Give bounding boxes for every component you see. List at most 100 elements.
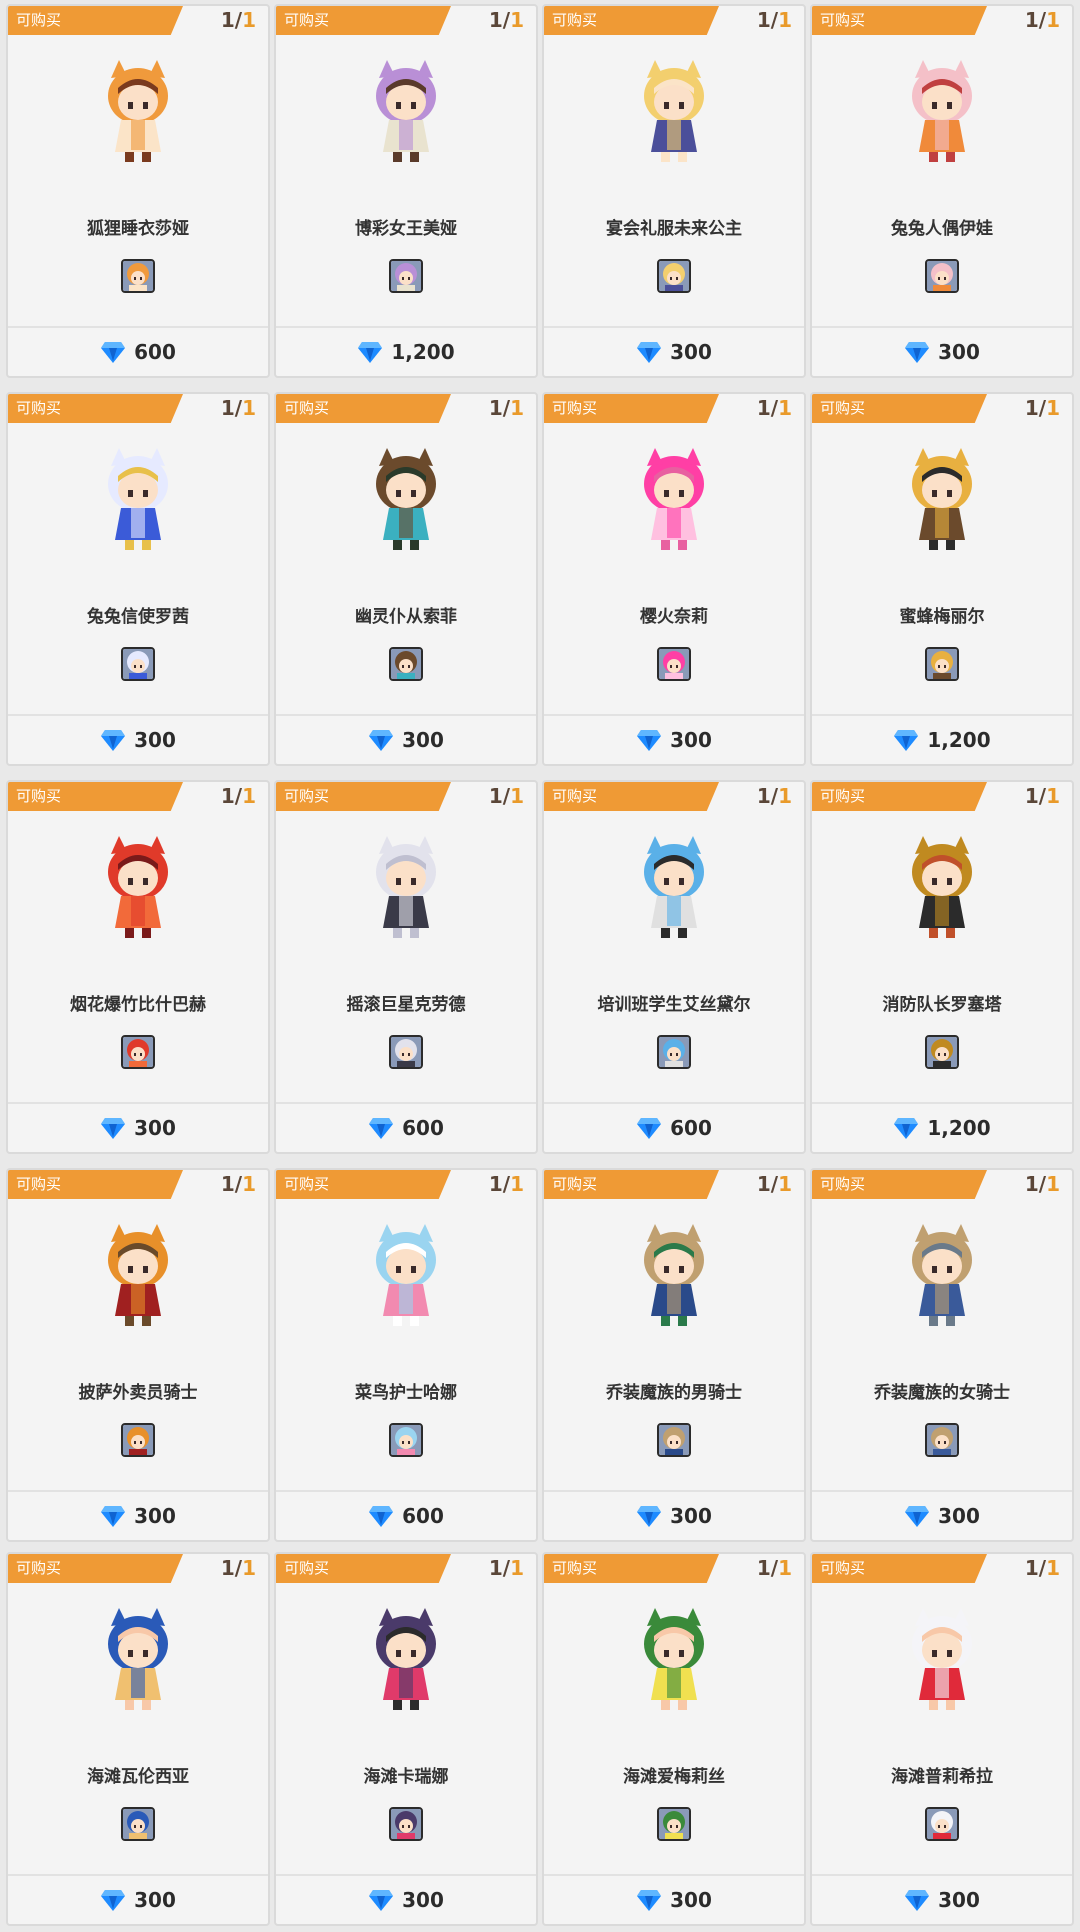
diamond-icon: [101, 1890, 126, 1911]
character-portrait: [389, 647, 423, 681]
price-button[interactable]: 300: [8, 716, 268, 764]
shop-card[interactable]: 可购买 1/1 烟花爆竹比什巴赫 300: [6, 780, 270, 1154]
character-sprite: [644, 1608, 704, 1710]
limit-separator: /: [234, 784, 243, 808]
shop-card[interactable]: 可购买 1/1 兔兔信使罗茜 300: [6, 392, 270, 766]
diamond-icon: [637, 1506, 662, 1527]
price-button[interactable]: 300: [812, 1876, 1072, 1924]
price-button[interactable]: 300: [812, 1492, 1072, 1540]
shop-card[interactable]: 可购买 1/1 蜜蜂梅丽尔 1,200: [810, 392, 1074, 766]
limit-used: 1: [488, 396, 503, 420]
character-sprite: [108, 60, 168, 162]
limit-used: 1: [756, 8, 771, 32]
card-header: 可购买 1/1: [812, 1554, 1072, 1583]
card-header: 可购买 1/1: [276, 1554, 536, 1583]
character-sprite: [644, 60, 704, 162]
price-button[interactable]: 600: [544, 1104, 804, 1152]
character-sprite: [376, 448, 436, 550]
limit-used: 1: [220, 8, 235, 32]
character-portrait: [657, 647, 691, 681]
price-button[interactable]: 300: [8, 1492, 268, 1540]
costume-name: 兔兔信使罗茜: [87, 607, 189, 627]
shop-card[interactable]: 可购买 1/1 消防队长罗塞塔 1,200: [810, 780, 1074, 1154]
card-header: 可购买 1/1: [812, 782, 1072, 811]
price-value: 300: [402, 728, 444, 752]
price-button[interactable]: 300: [544, 328, 804, 376]
price-value: 1,200: [391, 340, 455, 364]
card-header: 可购买 1/1: [276, 6, 536, 35]
diamond-icon: [369, 1118, 394, 1139]
shop-card[interactable]: 可购买 1/1 狐狸睡衣莎娅 600: [6, 4, 270, 378]
price-button[interactable]: 300: [276, 716, 536, 764]
purchasable-badge: 可购买: [276, 6, 451, 35]
character-portrait: [121, 1035, 155, 1069]
price-button[interactable]: 600: [8, 328, 268, 376]
shop-card[interactable]: 可购买 1/1 培训班学生艾丝黛尔 600: [542, 780, 806, 1154]
diamond-icon: [101, 730, 126, 751]
shop-card[interactable]: 可购买 1/1 披萨外卖员骑士 300: [6, 1168, 270, 1542]
limit-separator: /: [770, 396, 779, 420]
shop-card[interactable]: 可购买 1/1 兔兔人偶伊娃 300: [810, 4, 1074, 378]
price-button[interactable]: 300: [544, 1876, 804, 1924]
price-value: 600: [402, 1504, 444, 1528]
price-button[interactable]: 1,200: [812, 1104, 1072, 1152]
price-button[interactable]: 300: [276, 1876, 536, 1924]
limit-used: 1: [220, 396, 235, 420]
card-header: 可购买 1/1: [8, 782, 268, 811]
limit-used: 1: [220, 1556, 235, 1580]
purchase-limit: 1/1: [1025, 784, 1060, 808]
shop-card[interactable]: 可购买 1/1 乔装魔族的女骑士 300: [810, 1168, 1074, 1542]
price-button[interactable]: 300: [544, 716, 804, 764]
limit-separator: /: [770, 1556, 779, 1580]
limit-separator: /: [234, 396, 243, 420]
limit-separator: /: [234, 1172, 243, 1196]
price-button[interactable]: 300: [8, 1104, 268, 1152]
price-button[interactable]: 600: [276, 1104, 536, 1152]
price-button[interactable]: 300: [8, 1876, 268, 1924]
shop-card[interactable]: 可购买 1/1 摇滚巨星克劳德 600: [274, 780, 538, 1154]
character-sprite: [108, 836, 168, 938]
price-button[interactable]: 1,200: [812, 716, 1072, 764]
diamond-icon: [358, 342, 383, 363]
card-header: 可购买 1/1: [8, 1554, 268, 1583]
costume-name: 海滩卡瑞娜: [363, 1767, 449, 1787]
character-sprite: [376, 1608, 436, 1710]
card-header: 可购买 1/1: [8, 394, 268, 423]
purchasable-badge: 可购买: [812, 394, 987, 423]
character-sprite: [912, 1608, 972, 1710]
price-value: 300: [670, 1888, 712, 1912]
shop-card[interactable]: 可购买 1/1 乔装魔族的男骑士 300: [542, 1168, 806, 1542]
shop-card[interactable]: 可购买 1/1 海滩普莉希拉 300: [810, 1552, 1074, 1926]
diamond-icon: [369, 730, 394, 751]
purchase-limit: 1/1: [489, 784, 524, 808]
character-sprite: [912, 1224, 972, 1326]
purchase-limit: 1/1: [489, 1172, 524, 1196]
shop-card[interactable]: 可购买 1/1 樱火奈莉 300: [542, 392, 806, 766]
shop-card[interactable]: 可购买 1/1 宴会礼服未来公主 300: [542, 4, 806, 378]
price-button[interactable]: 1,200: [276, 328, 536, 376]
shop-card[interactable]: 可购买 1/1 菜鸟护士哈娜 600: [274, 1168, 538, 1542]
card-header: 可购买 1/1: [276, 394, 536, 423]
shop-card[interactable]: 可购买 1/1 博彩女王美娅 1,200: [274, 4, 538, 378]
price-button[interactable]: 300: [544, 1492, 804, 1540]
card-header: 可购买 1/1: [812, 1170, 1072, 1199]
price-value: 300: [670, 728, 712, 752]
purchase-limit: 1/1: [1025, 8, 1060, 32]
card-header: 可购买 1/1: [544, 6, 804, 35]
shop-card[interactable]: 可购买 1/1 海滩卡瑞娜 300: [274, 1552, 538, 1926]
card-header: 可购买 1/1: [544, 394, 804, 423]
price-value: 300: [938, 340, 980, 364]
purchase-limit: 1/1: [1025, 396, 1060, 420]
price-value: 600: [670, 1116, 712, 1140]
card-header: 可购买 1/1: [276, 1170, 536, 1199]
limit-total: 1: [778, 1556, 792, 1580]
character-sprite: [912, 448, 972, 550]
price-value: 300: [670, 1504, 712, 1528]
shop-card[interactable]: 可购买 1/1 幽灵仆从索菲 300: [274, 392, 538, 766]
shop-card[interactable]: 可购买 1/1 海滩爱梅莉丝 300: [542, 1552, 806, 1926]
costume-name: 乔装魔族的女骑士: [874, 1383, 1010, 1403]
purchasable-badge: 可购买: [812, 1554, 987, 1583]
price-button[interactable]: 600: [276, 1492, 536, 1540]
shop-card[interactable]: 可购买 1/1 海滩瓦伦西亚 300: [6, 1552, 270, 1926]
price-button[interactable]: 300: [812, 328, 1072, 376]
